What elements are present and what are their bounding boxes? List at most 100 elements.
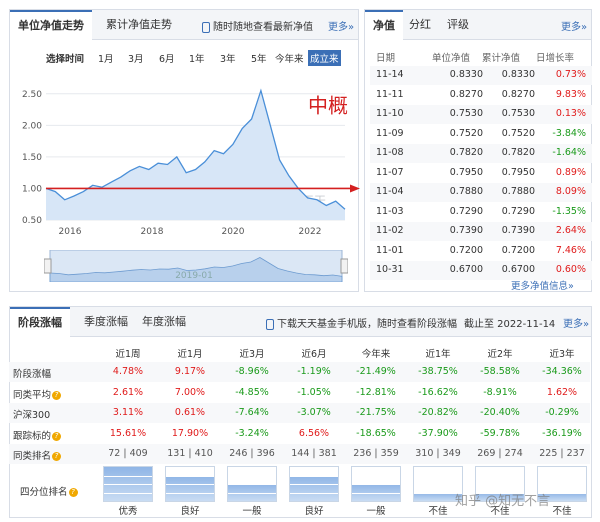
nav-table-row: 11-09 0.7520 0.7520 -3.84% — [370, 125, 592, 144]
stage-value: -18.65% — [356, 427, 396, 439]
y-tick-label: 0.50 — [22, 216, 42, 226]
quartile-bar — [103, 466, 153, 502]
stage-row: 同类排名? 72 | 409 131 | 410 246 | 396 144 | 381… — [9, 444, 590, 464]
period-header: 近6月 — [301, 349, 327, 360]
nav-trend-panel: 单位净值走势 累计净值走势 随时随地查看最新净值 更多» 选择时间 1月 3月 … — [9, 9, 360, 292]
stage-more-link[interactable]: 更多» — [563, 315, 589, 330]
more-nav-info-link[interactable]: 更多净值信息» — [511, 278, 574, 292]
help-icon[interactable]: ? — [52, 431, 62, 441]
row-cum-nav: 0.8270 — [501, 88, 535, 100]
y-tick-label: 2.50 — [22, 90, 42, 100]
quartile-text: 良好 — [304, 506, 324, 517]
stage-value: -8.96% — [235, 366, 269, 377]
nav-line-chart: 2.502.001.501.000.50天天中概2016201820202022 — [22, 88, 360, 235]
row-daily-change: 0.73% — [555, 69, 586, 80]
tab-unit-nav[interactable]: 单位净值走势 — [10, 10, 92, 41]
tab-dividend[interactable]: 分红 — [401, 10, 439, 40]
quartile-divider — [228, 492, 276, 494]
row-unit-nav: 0.7950 — [449, 166, 483, 178]
promo-link[interactable]: 随时随地查看最新净值 — [202, 18, 313, 33]
stage-value: -37.90% — [418, 427, 458, 439]
stage-value: 15.61% — [109, 427, 147, 439]
more-link[interactable]: 更多» — [328, 18, 354, 33]
range-navigator[interactable]: 2019-01 — [44, 250, 348, 282]
row-unit-nav: 0.7390 — [449, 225, 483, 236]
quartile-divider — [228, 475, 276, 477]
row-date: 11-03 — [376, 205, 404, 217]
row-date: 11-08 — [376, 147, 404, 158]
quartile-divider — [476, 475, 524, 477]
row-date: 11-07 — [376, 166, 404, 178]
range-3m[interactable]: 3月 — [128, 51, 144, 65]
tab-stage-return[interactable]: 阶段涨幅 — [10, 307, 70, 338]
range-label: 选择时间 — [46, 54, 85, 65]
row-label-text: 跟踪标的 — [13, 430, 52, 442]
row-unit-nav: 0.7290 — [449, 205, 483, 217]
quartile-text: 优秀 — [118, 506, 138, 517]
help-icon[interactable]: ? — [52, 390, 62, 400]
range-1m[interactable]: 1月 — [98, 51, 114, 65]
row-daily-change: -1.64% — [552, 147, 586, 158]
quartile-divider — [166, 492, 214, 494]
row-unit-nav: 0.8330 — [449, 69, 483, 80]
quartile-divider — [166, 484, 214, 485]
quartile-divider — [104, 475, 152, 477]
row-cum-nav: 0.8330 — [501, 69, 535, 80]
range-6m[interactable]: 6月 — [159, 51, 175, 65]
row-unit-nav: 0.8270 — [449, 88, 483, 100]
range-ytd[interactable]: 今年来 — [275, 51, 304, 65]
range-since-inception[interactable]: 成立来 — [308, 50, 341, 66]
nav-more-link[interactable]: 更多» — [561, 18, 587, 33]
nav-tabbar: 净值 分红 评级 更多» — [365, 10, 591, 41]
x-tick-label: 2022 — [299, 227, 322, 235]
nav-table-row: 11-02 0.7390 0.7390 2.64% — [370, 222, 592, 241]
nav-table-row: 11-04 0.7880 0.7880 8.09% — [370, 183, 592, 202]
stage-value: 3.11% — [112, 407, 144, 418]
x-tick-label: 2020 — [222, 227, 245, 235]
stage-value: -1.05% — [297, 386, 331, 398]
left-handle — [44, 258, 52, 274]
help-icon[interactable]: ? — [52, 452, 62, 461]
stage-value: -58.58% — [480, 366, 520, 377]
stage-value: -3.24% — [235, 427, 269, 439]
tab-nav[interactable]: 净值 — [365, 10, 403, 41]
stage-value: 246 | 396 — [229, 448, 275, 459]
col-cum-nav: 累计净值 — [482, 53, 521, 64]
period-header: 今年来 — [361, 349, 391, 360]
row-label-text: 阶段涨幅 — [13, 369, 52, 380]
range-1y[interactable]: 1年 — [189, 51, 205, 65]
stage-value: -4.85% — [235, 386, 269, 398]
stage-value: -8.91% — [483, 386, 517, 398]
row-cum-nav: 0.7530 — [501, 108, 535, 119]
quartile-bar — [227, 466, 277, 502]
help-icon[interactable]: ? — [68, 488, 78, 497]
tab-quarterly-return[interactable]: 季度涨幅 — [76, 307, 136, 337]
quartile-divider — [290, 475, 338, 477]
stage-value: 131 | 410 — [167, 448, 213, 459]
time-range-selector: 选择时间 1月 3月 6月 1年 3年 5年 今年来 成立来 — [46, 50, 346, 66]
quartile-bar — [165, 466, 215, 502]
stage-value: 7.00% — [174, 386, 206, 398]
stage-value: 144 | 381 — [291, 448, 337, 459]
quartile-divider — [166, 475, 214, 477]
tab-annual-return[interactable]: 年度涨幅 — [134, 307, 194, 337]
row-daily-change: -1.35% — [552, 205, 586, 217]
col-date: 日期 — [376, 53, 396, 64]
tab-cumulative-nav[interactable]: 累计净值走势 — [98, 10, 180, 40]
tab-rating[interactable]: 评级 — [439, 10, 477, 40]
quartile-divider — [352, 475, 400, 477]
row-date: 11-04 — [376, 186, 404, 197]
stage-row: 阶段涨幅 4.78% 9.17% -8.96% -1.19% -21.49% -38.75%… — [9, 362, 590, 382]
range-5y[interactable]: 5年 — [251, 51, 267, 65]
row-label-text: 同类排名 — [13, 451, 52, 462]
quartile-label-text: 四分位排名 — [20, 487, 68, 498]
quartile-bar — [289, 466, 339, 502]
quartile-divider — [290, 492, 338, 494]
period-header: 近1年 — [425, 349, 451, 360]
quartile-divider — [476, 484, 524, 485]
range-3y[interactable]: 3年 — [220, 51, 236, 65]
quartile-divider — [352, 492, 400, 494]
stage-value: 0.61% — [174, 407, 206, 418]
zhihu-watermark: 知乎 @知无不言 — [455, 494, 551, 509]
download-promo-link[interactable]: 下载天天基金手机版，随时查看阶段涨幅 — [266, 315, 457, 330]
